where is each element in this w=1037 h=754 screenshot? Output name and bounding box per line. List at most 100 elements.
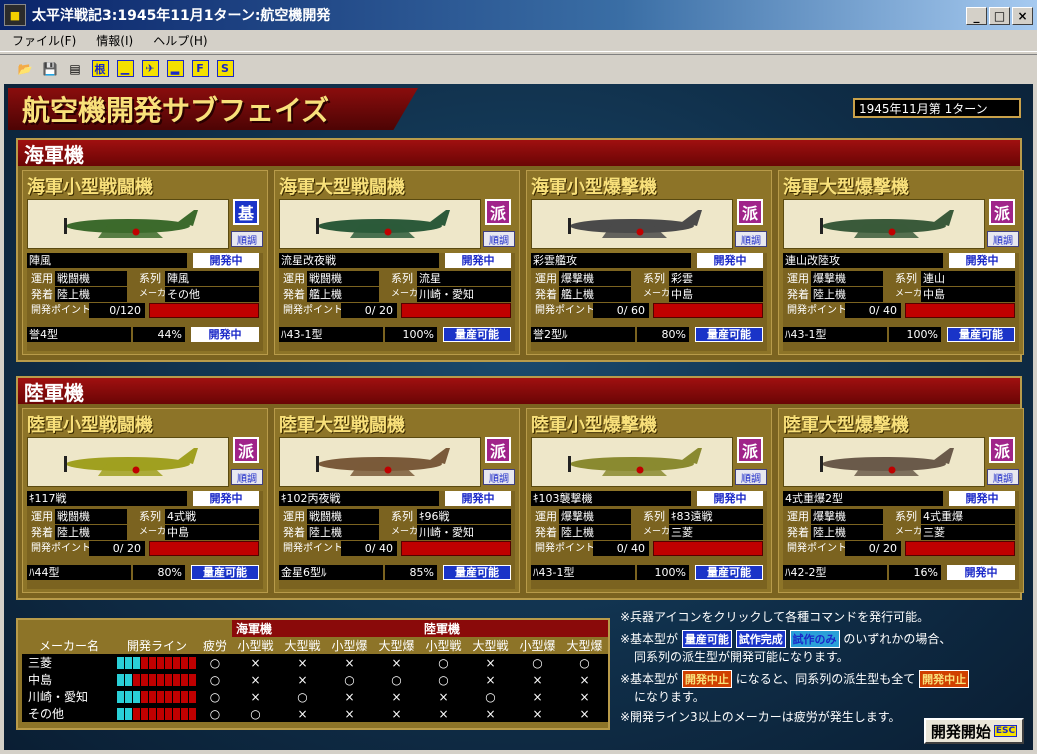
variant-badge-icon[interactable]: 派 [485, 199, 511, 225]
dev-status[interactable]: 開発中 [949, 491, 1015, 506]
trial-badge: 試作完成 [735, 630, 786, 648]
sub-header: 小型爆 [519, 639, 556, 653]
dev-points: 0/ 20 [341, 303, 397, 318]
production-status[interactable]: 量産可能 [443, 565, 511, 580]
aircraft-card[interactable]: 海軍小型爆撃機 派 順調 彩雲艦攻 開発中 運用 爆撃機 系列 彩雲 発着 艦上… [526, 170, 772, 355]
menu-help[interactable]: ヘルプ(H) [153, 32, 207, 49]
base-icon[interactable]: 根 [89, 58, 111, 80]
origin-label: 発着 [31, 288, 53, 301]
dev-status[interactable]: 開発中 [697, 491, 763, 506]
aircraft-card[interactable]: 海軍大型戦闘機 派 順調 流星改夜戦 開発中 運用 戦闘機 系列 流星 発着 艦… [274, 170, 520, 355]
aircraft-image[interactable] [27, 199, 229, 249]
card-info: 4式重爆2型 開発中 運用 爆撃機 系列 4式重爆 発着 陸上機 メーカー 三菱… [783, 491, 1019, 589]
plane-icon[interactable]: ✈ [139, 58, 161, 80]
production-status[interactable]: 量産可能 [695, 565, 763, 580]
aircraft-card[interactable]: 海軍大型爆撃機 派 順調 連山改陸攻 開発中 運用 爆撃機 系列 連山 発着 陸… [778, 170, 1024, 355]
plane-icon [64, 448, 198, 476]
type-label: 運用 [787, 510, 809, 523]
menu-file[interactable]: ファイル(F) [12, 32, 76, 49]
aircraft-maker: 中島 [669, 287, 763, 302]
engine-name: 誉2型ﾙ [531, 327, 635, 342]
card-title: 海軍小型戦闘機 [27, 177, 153, 198]
aircraft-card[interactable]: 海軍小型戦闘機 基 順調 陣風 開発中 運用 戦闘機 系列 陣風 発着 陸上機 … [22, 170, 268, 355]
aircraft-series: 4式戦 [165, 509, 259, 524]
plane-icon [568, 210, 702, 238]
production-status[interactable]: 量産可能 [947, 327, 1015, 342]
fleet-icon[interactable]: F [189, 58, 211, 80]
capability-cell: × [467, 671, 514, 688]
production-status[interactable]: 量産可能 [695, 327, 763, 342]
line-segment [125, 691, 132, 703]
close-button[interactable]: × [1012, 7, 1033, 25]
dev-status[interactable]: 開発中 [193, 491, 259, 506]
line-header: 開発ライン [126, 639, 187, 653]
maker-name: 三菱 [22, 654, 116, 671]
aircraft-name: ｷ117戦 [27, 491, 187, 506]
maker-row: 中島 ○ × × ○ ○ ○ × × × [22, 671, 608, 688]
open-folder-icon[interactable]: 📂 [14, 58, 36, 80]
line-segment [125, 674, 132, 686]
maker-row: 三菱 ○ × × × × ○ × ○ ○ [22, 654, 608, 671]
dev-status[interactable]: 開発中 [445, 491, 511, 506]
capability-cell: ○ [232, 705, 279, 722]
series-label: 系列 [391, 510, 413, 523]
sub-header: 大型戦 [472, 639, 509, 653]
aircraft-card[interactable]: 陸軍大型爆撃機 派 順調 4式重爆2型 開発中 運用 爆撃機 系列 4式重爆 発… [778, 408, 1024, 593]
production-status[interactable]: 開発中 [947, 565, 1015, 580]
variant-badge-icon[interactable]: 派 [989, 199, 1015, 225]
supply-icon[interactable]: S [214, 58, 236, 80]
document-icon[interactable]: ▤ [64, 58, 86, 80]
aircraft-maker: 三菱 [669, 525, 763, 540]
minimize-button[interactable]: _ [966, 7, 987, 25]
plane-icon [316, 448, 450, 476]
sub-header: 大型戦 [284, 639, 321, 653]
note-1: ※兵器アイコンをクリックして各種コマンドを発行可能。 [620, 610, 930, 624]
ship-icon[interactable]: ▂ [164, 58, 186, 80]
capability-cell: × [561, 671, 608, 688]
variant-badge-icon[interactable]: 派 [989, 437, 1015, 463]
start-development-button[interactable]: 開発開始 ESC [924, 718, 1024, 744]
production-status[interactable]: 開発中 [191, 327, 259, 342]
dev-status[interactable]: 開発中 [949, 253, 1015, 268]
variant-badge-icon[interactable]: 基 [233, 199, 259, 225]
menu-info[interactable]: 情報(I) [96, 32, 133, 49]
capability-cell: × [420, 705, 467, 722]
maximize-button[interactable]: □ [989, 7, 1010, 25]
line-segment [157, 691, 164, 703]
aircraft-image[interactable] [531, 437, 733, 487]
line-segment [189, 691, 196, 703]
line-segment [173, 708, 180, 720]
aircraft-image[interactable] [783, 199, 985, 249]
aircraft-image[interactable] [531, 199, 733, 249]
dev-points: 0/ 20 [845, 541, 901, 556]
production-status[interactable]: 量産可能 [443, 327, 511, 342]
variant-badge-icon[interactable]: 派 [233, 437, 259, 463]
engine-percent: 44% [133, 327, 185, 342]
variant-badge-icon[interactable]: 派 [737, 199, 763, 225]
aircraft-maker: 中島 [921, 287, 1015, 302]
aircraft-card[interactable]: 陸軍小型爆撃機 派 順調 ｷ103襲撃機 開発中 運用 爆撃機 系列 ｷ83遠戦… [526, 408, 772, 593]
production-status[interactable]: 量産可能 [191, 565, 259, 580]
aircraft-image[interactable] [27, 437, 229, 487]
aircraft-card[interactable]: 陸軍大型戦闘機 派 順調 ｷ102丙夜戦 開発中 運用 戦闘機 系列 ｷ96戦 … [274, 408, 520, 593]
aircraft-image[interactable] [783, 437, 985, 487]
capability-cell: × [467, 705, 514, 722]
aircraft-image[interactable] [279, 199, 481, 249]
carrier-icon[interactable]: ▁ [114, 58, 136, 80]
line-segment [141, 708, 148, 720]
fatigue-cell: ○ [198, 705, 232, 722]
aircraft-maker: 川崎・愛知 [417, 287, 511, 302]
aircraft-image[interactable] [279, 437, 481, 487]
game-icon[interactable]: ■ [4, 4, 26, 26]
dev-status[interactable]: 開発中 [193, 253, 259, 268]
navy-cards: 海軍小型戦闘機 基 順調 陣風 開発中 運用 戦闘機 系列 陣風 発着 陸上機 … [22, 170, 1030, 355]
dev-status[interactable]: 開発中 [697, 253, 763, 268]
variant-badge-icon[interactable]: 派 [485, 437, 511, 463]
save-icon[interactable]: 💾 [39, 58, 61, 80]
dev-status[interactable]: 開発中 [445, 253, 511, 268]
aircraft-card[interactable]: 陸軍小型戦闘機 派 順調 ｷ117戦 開発中 運用 戦闘機 系列 4式戦 発着 … [22, 408, 268, 593]
variant-badge-icon[interactable]: 派 [737, 437, 763, 463]
stop-badge-2: 開発中止 [919, 670, 970, 688]
points-label: 開発ポイント [787, 305, 847, 316]
line-segment [181, 708, 188, 720]
